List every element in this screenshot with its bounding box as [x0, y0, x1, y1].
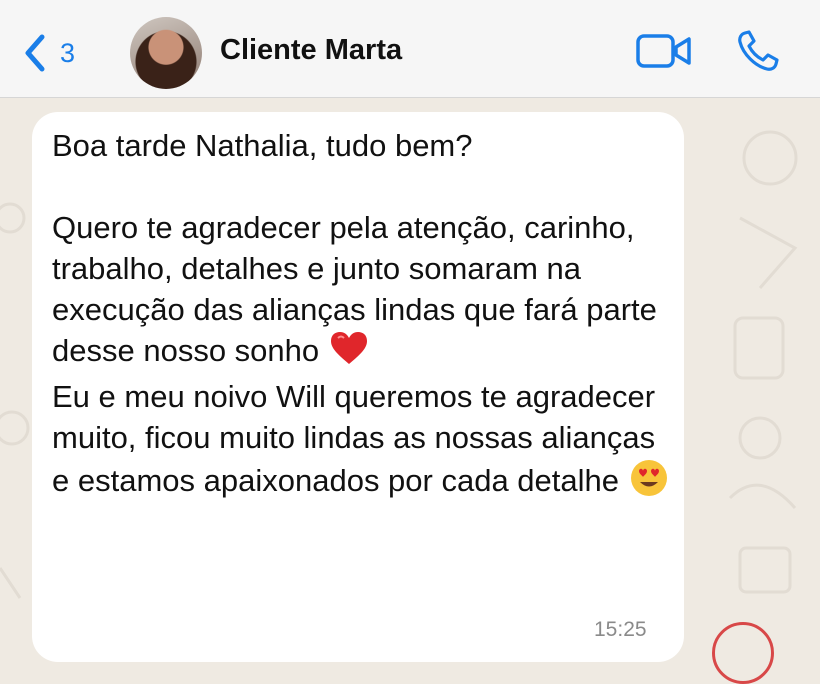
red-heart-icon	[329, 330, 369, 376]
message-paragraph: Quero te agradecer pela atenção, carinho…	[52, 207, 672, 376]
message-line: Boa tarde Nathalia, tudo bem?	[52, 128, 473, 163]
message-timestamp: 15:25	[594, 618, 647, 641]
unread-count: 3	[60, 37, 76, 68]
chevron-left-icon	[25, 34, 45, 72]
video-call-icon[interactable]	[636, 33, 692, 69]
message-paragraph: Eu e meu noivo Will queremos te agradece…	[52, 376, 672, 508]
heart-eyes-face-icon	[629, 458, 669, 508]
message-text: Boa tarde Nathalia, tudo bem? Quero te a…	[52, 125, 672, 508]
message-paragraph-text: Eu e meu noivo Will queremos te agradece…	[52, 379, 656, 499]
phone-icon[interactable]	[736, 29, 780, 73]
chat-header: 3 Cliente Marta	[0, 0, 820, 98]
avatar[interactable]	[130, 17, 202, 89]
decorative-circle	[712, 622, 774, 684]
contact-name[interactable]: Cliente Marta	[220, 34, 402, 67]
back-button[interactable]: 3	[20, 30, 100, 76]
